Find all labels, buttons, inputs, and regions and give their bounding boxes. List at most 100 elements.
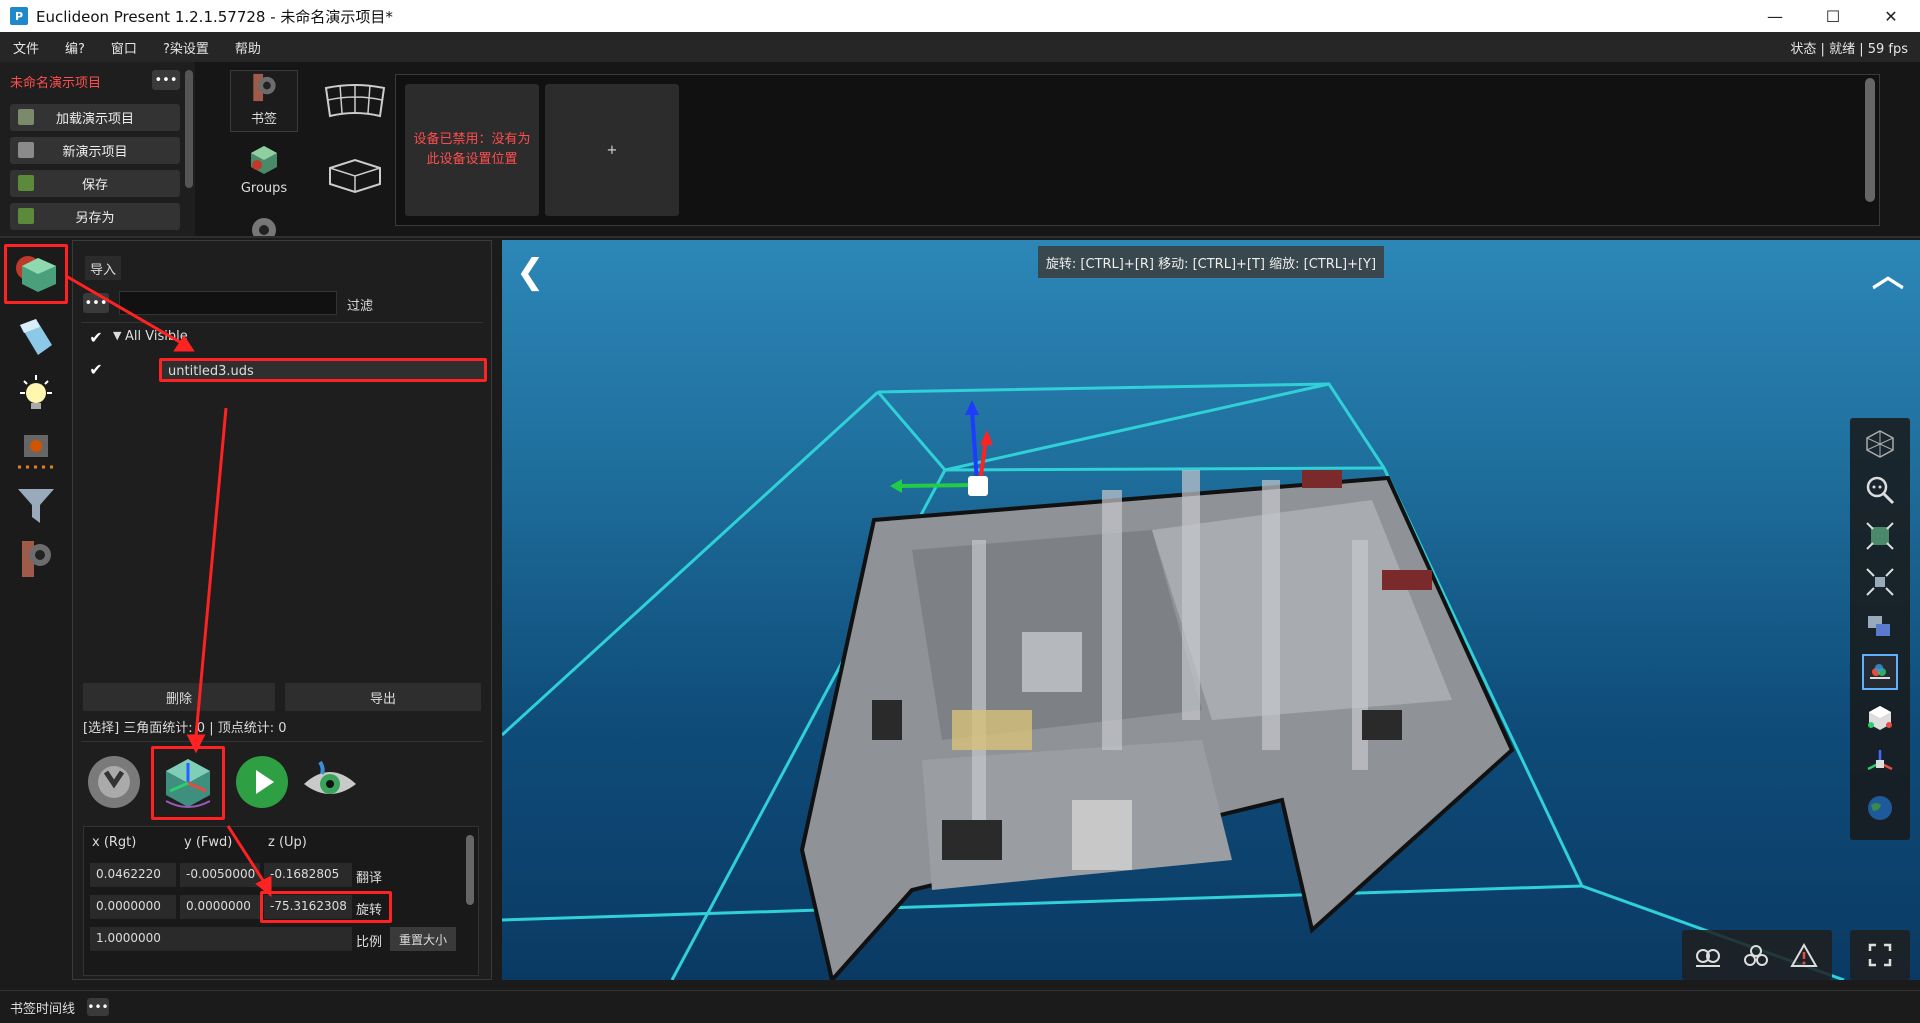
gizmo-transform-button[interactable]: [151, 746, 225, 820]
play-button[interactable]: [231, 751, 293, 813]
tab-bookmarks-label: 书签: [250, 112, 277, 127]
wireframe-sphere-button[interactable]: [1862, 426, 1898, 462]
reset-scale-button[interactable]: 重置大小: [390, 927, 456, 951]
collapse-up-icon[interactable]: ︿: [1872, 250, 1904, 296]
project-scrollbar[interactable]: [185, 70, 193, 188]
import-tab[interactable]: 导入: [85, 256, 121, 280]
save-icon: [18, 175, 34, 191]
item-visible-checkbox[interactable]: ✔: [85, 358, 107, 380]
color-view-button[interactable]: [1862, 654, 1898, 690]
maximize-button[interactable]: ☐: [1804, 0, 1862, 32]
globe-button[interactable]: [1862, 790, 1898, 826]
cube-display-button[interactable]: [1862, 700, 1898, 736]
menu-file[interactable]: 文件: [0, 38, 52, 57]
3d-viewport[interactable]: 旋转: [CTRL]+[R] 移动: [CTRL]+[T] 缩放: [CTRL]…: [502, 240, 1920, 980]
cube-icon: [1868, 706, 1892, 730]
load-project-button[interactable]: 加载演示项目: [10, 104, 180, 131]
side-icon-column: [0, 240, 72, 980]
lighting-tab-button[interactable]: [8, 370, 64, 420]
rotate-label: 旋转: [356, 903, 383, 918]
translate-label: 翻译: [356, 871, 383, 886]
translate-z-field[interactable]: -0.1682805: [264, 863, 352, 887]
groups-icon: [251, 146, 277, 174]
back-arrow-icon[interactable]: ❮: [516, 252, 545, 292]
bookmark-tab-button[interactable]: [8, 534, 64, 584]
rotate-x-field[interactable]: 0.0000000: [90, 895, 176, 919]
animation-tab-button[interactable]: [8, 426, 64, 476]
flashlight-icon: [20, 319, 52, 355]
focus-selection-button[interactable]: [1862, 564, 1898, 600]
close-button[interactable]: ✕: [1862, 0, 1920, 32]
fit-view-button[interactable]: [1862, 518, 1898, 554]
save-button[interactable]: 保存: [10, 170, 180, 197]
visibility-eye-button[interactable]: [299, 751, 361, 813]
transform-editor: x (Rgt) y (Fwd) z (Up) 0.0462220 -0.0050…: [83, 826, 479, 976]
filter-input[interactable]: [119, 291, 337, 315]
menu-help[interactable]: 帮助: [222, 38, 274, 57]
save-as-button[interactable]: 另存为: [10, 203, 180, 230]
tab-groups[interactable]: Groups: [230, 138, 298, 200]
axis-gizmo-button[interactable]: [1862, 744, 1898, 780]
menu-window[interactable]: 窗口: [98, 38, 150, 57]
save-as-label: 另存为: [75, 211, 115, 226]
wireframe-icon: [1866, 430, 1894, 458]
export-button[interactable]: 导出: [285, 683, 481, 711]
new-project-button[interactable]: 新演示项目: [10, 137, 180, 164]
rotate-y-field[interactable]: 0.0000000: [180, 895, 260, 919]
viewport-bottom-toolbar: [1682, 930, 1832, 980]
scene-tab-button[interactable]: [4, 244, 68, 304]
minimize-button[interactable]: —: [1746, 0, 1804, 32]
window-title: Euclideon Present 1.2.1.57728 - 未命名演示项目*: [36, 7, 393, 26]
project-title: 未命名演示项目: [10, 76, 102, 91]
device-scrollbar[interactable]: [1865, 78, 1875, 202]
cave-device-icon[interactable]: [320, 154, 390, 198]
menu-render-settings[interactable]: ?染设置: [150, 38, 222, 57]
settings-wrench-button[interactable]: [83, 751, 145, 813]
measure-area-icon[interactable]: [1742, 942, 1770, 970]
layers-icon: [1868, 616, 1890, 636]
bookmark-timeline: 书签时间线 •••: [0, 990, 1920, 1023]
scene-render: [502, 382, 1845, 980]
scene-item-untitled3[interactable]: untitled3.uds: [159, 358, 487, 382]
divider: [81, 322, 483, 323]
all-visible-checkbox[interactable]: ✔: [85, 326, 107, 348]
zoom-icon: [1866, 476, 1895, 505]
warning-icon[interactable]: [1790, 942, 1818, 970]
selection-stats: [选择] 三角面统计: 0 | 顶点统计: 0: [83, 721, 287, 736]
fullscreen-icon: [1868, 943, 1892, 967]
substation-model: [799, 470, 1515, 980]
screen-wall-icon[interactable]: [320, 80, 390, 124]
filter-tab-button[interactable]: [8, 480, 64, 530]
y-axis-header: y (Fwd): [184, 835, 233, 850]
menu-edit[interactable]: 编?: [52, 38, 98, 57]
transform-scrollbar[interactable]: [466, 835, 474, 905]
project-panel: 未命名演示项目 ••• 加载演示项目 新演示项目 保存 另存为: [0, 62, 195, 236]
rotate-z-field[interactable]: -75.3162308: [264, 895, 352, 919]
viewport-right-toolbar: [1850, 418, 1910, 840]
timeline-more-button[interactable]: •••: [87, 998, 110, 1016]
project-more-button[interactable]: •••: [152, 70, 180, 90]
film-icon: [18, 435, 54, 469]
gear-icon[interactable]: [247, 212, 281, 236]
layers-button[interactable]: [1862, 610, 1898, 646]
delete-button[interactable]: 删除: [83, 683, 275, 711]
add-device-card[interactable]: +: [545, 84, 679, 216]
translate-y-field[interactable]: -0.0050000: [180, 863, 260, 887]
fullscreen-button[interactable]: [1850, 930, 1910, 980]
gizmo-cube-icon: [165, 759, 211, 808]
flashlight-tab-button[interactable]: [8, 312, 64, 362]
eye-icon: [304, 760, 356, 794]
folder-icon: [18, 109, 34, 125]
filter-more-button[interactable]: •••: [83, 293, 109, 313]
new-project-label: 新演示项目: [62, 145, 128, 160]
translate-x-field[interactable]: 0.0462220: [90, 863, 176, 887]
tree-root-label[interactable]: All Visible: [125, 329, 188, 344]
expand-arrow-icon[interactable]: ▼: [113, 329, 121, 342]
rgb-view-icon: [1870, 664, 1890, 679]
scale-field[interactable]: 1.0000000: [90, 927, 352, 951]
tab-bookmarks[interactable]: 书签: [230, 70, 298, 132]
device-disabled-card[interactable]: 设备已禁用：没有为此设备设置位置: [405, 84, 539, 216]
measure-distance-icon[interactable]: [1694, 942, 1722, 970]
zoom-button[interactable]: [1862, 472, 1898, 508]
gizmo-shortcut-hint: 旋转: [CTRL]+[R] 移动: [CTRL]+[T] 缩放: [CTRL]…: [1038, 246, 1384, 278]
